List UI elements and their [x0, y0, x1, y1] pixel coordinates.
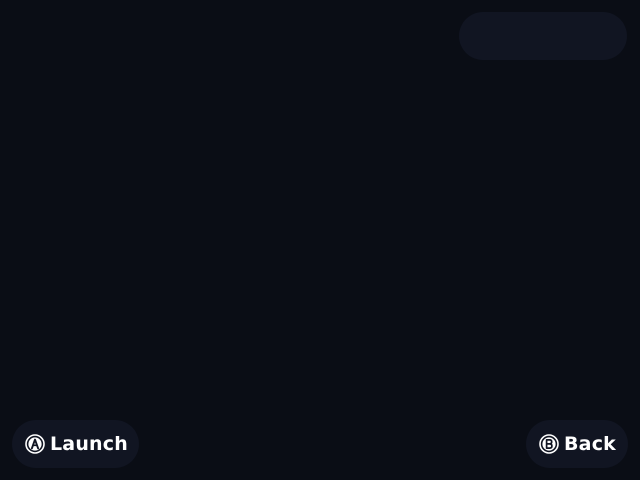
launch-button[interactable]: Launch [12, 420, 139, 468]
back-label: Back [564, 432, 617, 455]
a-button-icon [25, 434, 45, 454]
b-button-icon [539, 434, 559, 454]
launch-label: Launch [50, 432, 128, 455]
back-button[interactable]: Back [526, 420, 628, 468]
status-pill [459, 12, 627, 60]
